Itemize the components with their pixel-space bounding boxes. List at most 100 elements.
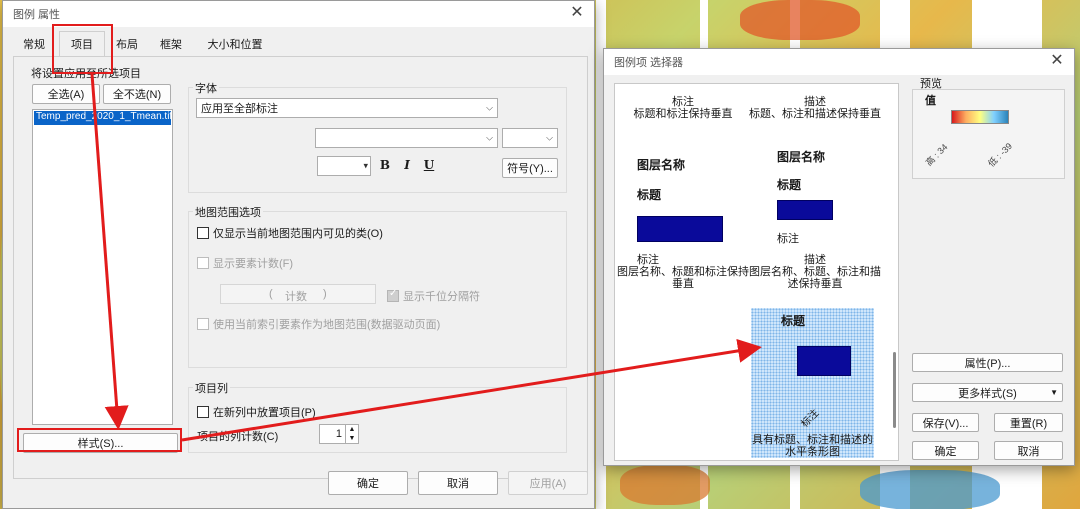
gallery-rotated-label: 标注	[799, 407, 822, 430]
legend-items-list[interactable]: Temp_pred_2020_1_Tmean.tif	[32, 109, 173, 425]
apply-button[interactable]: 应用(A)	[508, 471, 588, 495]
selector-title: 图例项 选择器	[614, 57, 684, 69]
style-gallery[interactable]: 标注 标题和标注保持垂直 描述 标题、标注和描述保持垂直 图层名称 标题 图层名…	[614, 83, 899, 461]
font-size-select[interactable]: ⌵	[502, 128, 558, 148]
font-apply-select[interactable]: 应用至全部标注 ⌵	[196, 98, 498, 118]
gallery-item[interactable]: 标注 标题和标注保持垂直	[617, 96, 749, 120]
save-button[interactable]: 保存(V)...	[912, 413, 979, 432]
preview-value-label: 值	[925, 95, 936, 107]
show-count-label: 显示要素计数(F)	[213, 258, 294, 270]
apply-to-selected-label: 将设置应用至所选项目	[31, 68, 141, 80]
count-field: ( 计数 )	[220, 284, 376, 304]
new-column-checkbox[interactable]: 在新列中放置项目(P)	[197, 404, 316, 420]
cancel-button[interactable]: 取消	[418, 471, 498, 495]
gallery-item-selected[interactable]: 标题 标注 具有标题、标注和描述的水平条形图	[751, 308, 874, 458]
reset-button[interactable]: 重置(R)	[994, 413, 1063, 432]
close-icon[interactable]: ✕	[1048, 52, 1066, 70]
count-paren-open: (	[269, 288, 273, 300]
symbol-button[interactable]: 符号(Y)...	[502, 158, 558, 178]
count-label: 计数	[285, 291, 307, 303]
deselect-all-button[interactable]: 全不选(N)	[103, 84, 171, 104]
tab-items[interactable]: 项目	[59, 31, 105, 56]
thousand-separator-label: 显示千位分隔符	[403, 291, 480, 303]
gallery-item-line: 标题、标注和描述保持垂直	[749, 108, 881, 120]
gallery-item[interactable]: 描述 图层名称、标题、标注和描述保持垂直	[749, 254, 881, 290]
gallery-item[interactable]: 描述 标题、标注和描述保持垂直	[749, 96, 881, 120]
font-group-label: 字体	[193, 80, 219, 96]
cancel-button[interactable]: 取消	[994, 441, 1063, 460]
color-ramp	[951, 110, 1009, 124]
count-paren-close: )	[323, 288, 327, 300]
ok-button[interactable]: 确定	[912, 441, 979, 460]
legend-patch	[777, 200, 833, 220]
preview-low: 低 : -39	[986, 140, 1015, 169]
tab-frame[interactable]: 框架	[151, 33, 191, 55]
column-count-stepper[interactable]: 1 ▲ ▼	[319, 424, 359, 444]
selector-titlebar: 图例项 选择器 ✕	[604, 49, 1074, 75]
column-count-label: 项目的列计数(C)	[197, 431, 279, 443]
legend-patch	[797, 346, 851, 376]
new-column-label: 在新列中放置项目(P)	[213, 407, 316, 419]
thousand-separator-checkbox[interactable]: 显示千位分隔符	[387, 288, 480, 304]
preview-panel: 值 高 : 34 低 : -39	[912, 89, 1065, 179]
extent-group-label: 地图范围选项	[193, 204, 263, 220]
gallery-item-line: 描述	[804, 96, 826, 108]
dropdown-arrow-icon: ▼	[1050, 388, 1058, 397]
preview-high: 高 : 34	[923, 141, 950, 168]
checkbox-box	[197, 318, 209, 330]
only-visible-label: 仅显示当前地图范围内可见的类(O)	[213, 228, 383, 240]
gallery-title: 标题	[637, 188, 662, 202]
gallery-layer-name: 图层名称	[637, 158, 686, 172]
font-family-select[interactable]: ⌵	[315, 128, 498, 148]
underline-button[interactable]: U	[421, 158, 437, 174]
dialog-title: 图例 属性	[13, 9, 61, 21]
font-color-select[interactable]: ▾	[317, 156, 371, 176]
checkbox-box	[197, 406, 209, 418]
tab-general[interactable]: 常规	[15, 33, 53, 55]
more-styles-label: 更多样式(S)	[958, 387, 1017, 400]
gallery-layer-name: 图层名称	[777, 150, 826, 164]
dialog-titlebar: 图例 属性 ✕	[3, 1, 594, 27]
tab-layout[interactable]: 布局	[107, 33, 147, 55]
list-item[interactable]: Temp_pred_2020_1_Tmean.tif	[34, 111, 171, 125]
style-button[interactable]: 样式(S)...	[23, 433, 178, 453]
gallery-title: 标题	[781, 314, 806, 328]
gallery-item-line: 标注	[672, 96, 694, 108]
chevron-down-icon: ⌵	[546, 132, 553, 143]
columns-group-label: 项目列	[193, 380, 230, 396]
gallery-item-line: 图层名称、标题、标注和描述保持垂直	[749, 266, 881, 290]
legend-item-selector-dialog: 图例项 选择器 ✕ 标注 标题和标注保持垂直 描述 标题、标注和描述保持垂直 图…	[603, 48, 1075, 466]
ok-button[interactable]: 确定	[328, 471, 408, 495]
gallery-item-line: 标注	[637, 254, 659, 266]
use-index-checkbox[interactable]: 使用当前索引要素作为地图范围(数据驱动页面)	[197, 316, 440, 332]
checkbox-box	[197, 257, 209, 269]
gallery-item[interactable]: 标注 图层名称、标题和标注保持垂直	[617, 254, 749, 290]
stepper-down-icon[interactable]: ▼	[345, 434, 358, 443]
italic-button[interactable]: I	[399, 158, 415, 174]
gallery-item[interactable]: 图层名称 标题 标注	[755, 144, 885, 254]
stepper-up-icon[interactable]: ▲	[345, 425, 358, 434]
checkbox-box	[197, 227, 209, 239]
more-styles-button[interactable]: 更多样式(S) ▼	[912, 383, 1063, 402]
column-count-value: 1	[335, 428, 342, 440]
legend-patch	[637, 216, 723, 242]
gallery-item-line: 图层名称、标题和标注保持垂直	[617, 266, 749, 290]
close-icon[interactable]: ✕	[568, 4, 586, 22]
chevron-down-icon: ⌵	[486, 132, 493, 143]
gallery-title: 标题	[777, 178, 802, 192]
chevron-down-icon: ⌵	[486, 102, 493, 113]
bold-button[interactable]: B	[377, 158, 393, 174]
gallery-description: 具有标题、标注和描述的水平条形图	[752, 434, 873, 458]
only-visible-checkbox[interactable]: 仅显示当前地图范围内可见的类(O)	[197, 225, 383, 241]
properties-button[interactable]: 属性(P)...	[912, 353, 1063, 372]
tab-size-position[interactable]: 大小和位置	[197, 33, 273, 55]
show-count-checkbox[interactable]: 显示要素计数(F)	[197, 255, 293, 271]
gallery-scrollbar[interactable]	[893, 352, 896, 428]
gallery-item-line: 描述	[804, 254, 826, 266]
gallery-item[interactable]: 图层名称 标题	[615, 144, 755, 254]
select-all-button[interactable]: 全选(A)	[32, 84, 100, 104]
gallery-label: 标注	[777, 233, 799, 245]
legend-properties-dialog: 图例 属性 ✕ 常规 项目 布局 框架 大小和位置 将设置应用至所选项目 全选(…	[2, 0, 595, 509]
checkbox-box	[387, 288, 399, 302]
gallery-item-line: 标题和标注保持垂直	[633, 108, 733, 120]
